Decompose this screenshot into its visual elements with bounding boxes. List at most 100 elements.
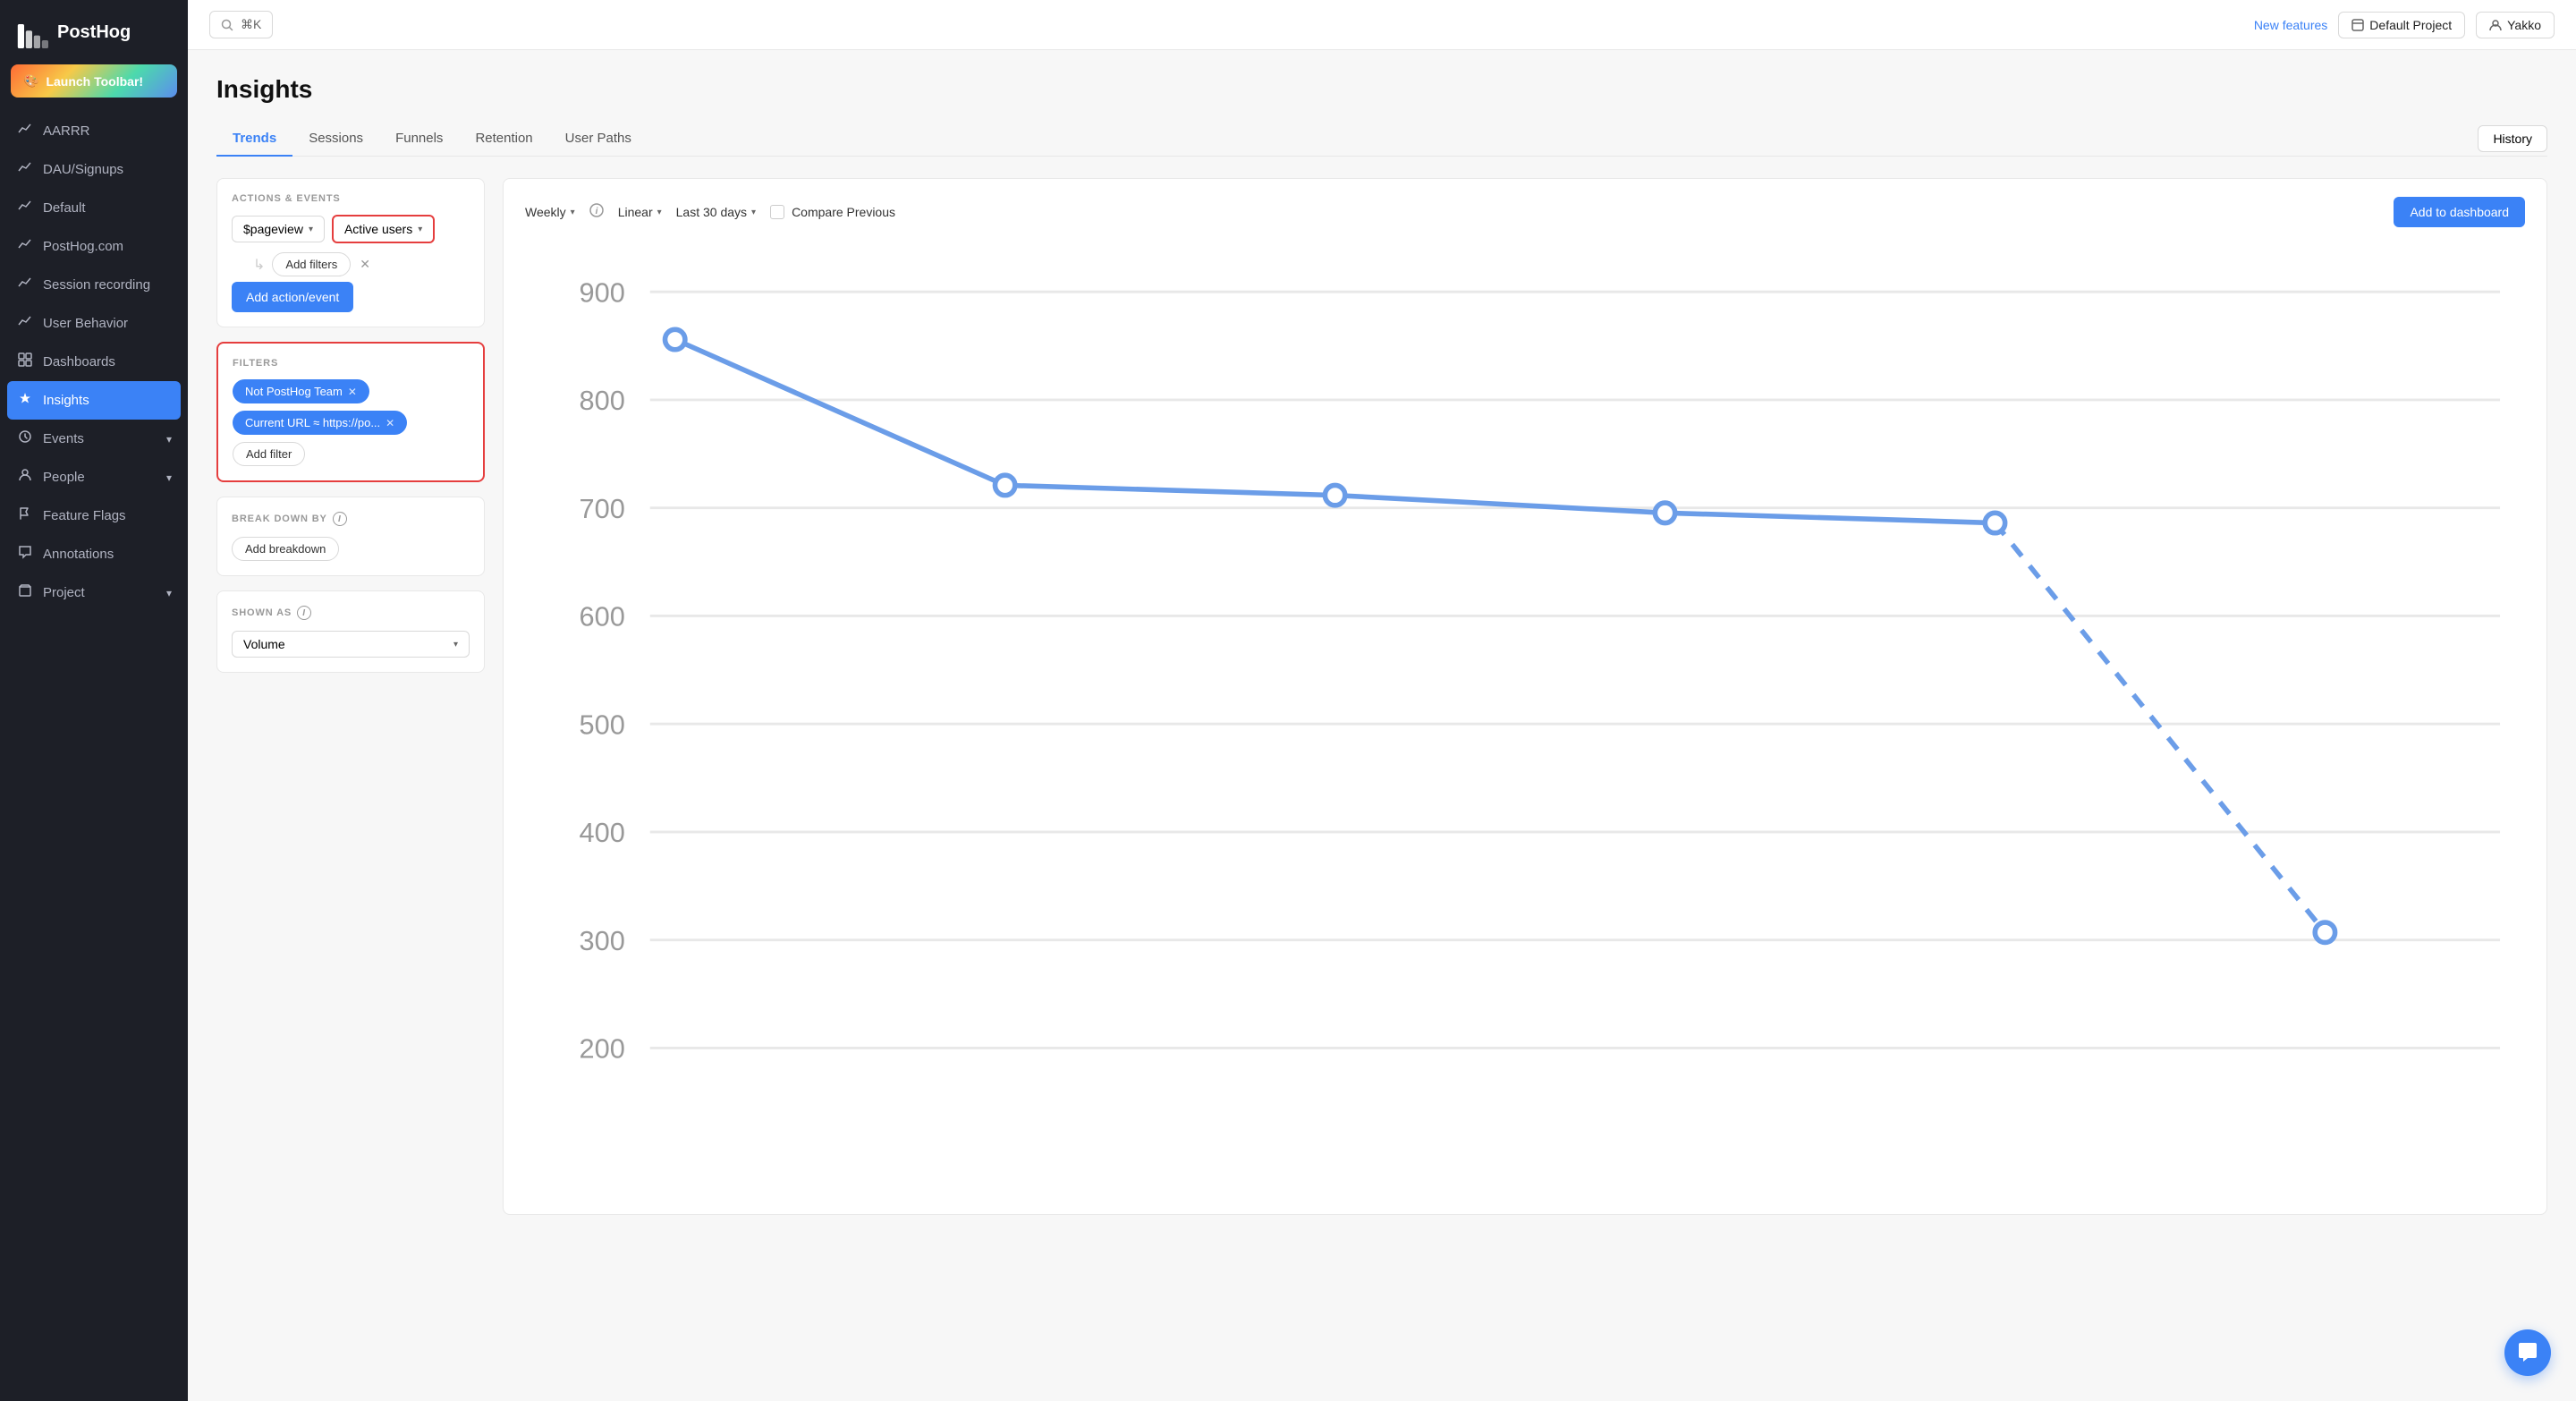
sidebar-item-dau[interactable]: DAU/Signups <box>0 150 188 189</box>
chevron-down-icon: ▾ <box>166 433 172 446</box>
chart-area: Weekly ▾ i Linear ▾ Last 30 day <box>503 178 2547 1215</box>
left-panel: ACTIONS & EVENTS $pageview ▾ Active user… <box>216 178 485 1215</box>
new-features-link[interactable]: New features <box>2254 18 2327 32</box>
sidebar-item-insights[interactable]: Insights <box>7 381 181 420</box>
sidebar-item-label: AARRR <box>43 123 90 139</box>
scale-button[interactable]: Linear ▾ <box>618 205 662 219</box>
svg-text:900: 900 <box>580 276 625 308</box>
filter-tag-current-url: Current URL ≈ https://po... ✕ <box>233 411 469 442</box>
sidebar-item-aarrr[interactable]: AARRR <box>0 112 188 150</box>
close-tag-icon[interactable]: ✕ <box>348 386 357 398</box>
svg-text:300: 300 <box>580 925 625 956</box>
sidebar-item-label: Project <box>43 585 85 600</box>
breakdown-section: BREAK DOWN BY i Add breakdown <box>216 497 485 576</box>
user-icon <box>2489 19 2502 31</box>
add-breakdown-button[interactable]: Add breakdown <box>232 537 339 561</box>
svg-text:i: i <box>595 207 597 217</box>
search-icon <box>221 19 233 31</box>
chart-info-icon[interactable]: i <box>589 203 604 222</box>
svg-text:400: 400 <box>580 817 625 848</box>
tab-retention[interactable]: Retention <box>459 122 548 157</box>
compare-label: Compare Previous <box>792 205 895 219</box>
sidebar-item-label: DAU/Signups <box>43 162 123 177</box>
tab-funnels[interactable]: Funnels <box>379 122 459 157</box>
sidebar-item-posthog[interactable]: PostHog.com <box>0 227 188 266</box>
shown-as-info-icon: i <box>297 606 311 620</box>
svg-text:500: 500 <box>580 709 625 740</box>
sidebar-item-people[interactable]: People ▾ <box>0 458 188 497</box>
sidebar-item-annotations[interactable]: Annotations <box>0 535 188 573</box>
sidebar-item-label: PostHog.com <box>43 239 123 254</box>
tab-trends[interactable]: Trends <box>216 122 292 157</box>
sidebar-item-default[interactable]: Default <box>0 189 188 227</box>
shown-as-section: SHOWN AS i Volume ▾ <box>216 590 485 673</box>
search-box[interactable]: ⌘K <box>209 11 273 38</box>
flags-icon <box>16 506 34 525</box>
behavior-icon <box>16 314 34 333</box>
insights-icon <box>16 391 34 410</box>
chevron-down-icon-2: ▾ <box>166 471 172 484</box>
chevron-down-icon-3: ▾ <box>166 587 172 599</box>
sidebar-item-dashboards[interactable]: Dashboards <box>0 343 188 381</box>
tab-userpaths[interactable]: User Paths <box>549 122 648 157</box>
sidebar-item-flags[interactable]: Feature Flags <box>0 497 188 535</box>
project-icon <box>16 583 34 602</box>
add-filters-button[interactable]: Add filters <box>272 252 351 276</box>
tab-sessions[interactable]: Sessions <box>292 122 379 157</box>
chat-icon <box>2516 1341 2539 1364</box>
add-filter-button[interactable]: Add filter <box>233 442 305 466</box>
search-shortcut: ⌘K <box>241 17 261 32</box>
shown-as-label: SHOWN AS i <box>232 606 470 620</box>
sidebar-item-behavior[interactable]: User Behavior <box>0 304 188 343</box>
period-button[interactable]: Weekly ▾ <box>525 205 575 219</box>
actions-events-section: ACTIONS & EVENTS $pageview ▾ Active user… <box>216 178 485 327</box>
toolbar-label: Launch Toolbar! <box>46 74 143 89</box>
filters-section: FILTERS Not PostHog Team ✕ Current URL ≈… <box>216 342 485 482</box>
range-button[interactable]: Last 30 days ▾ <box>676 205 756 219</box>
add-to-dashboard-button[interactable]: Add to dashboard <box>2394 197 2525 227</box>
add-action-button[interactable]: Add action/event <box>232 282 353 312</box>
filter-tag-not-posthog: Not PostHog Team ✕ <box>233 379 469 411</box>
chevron-range-icon: ▾ <box>751 208 756 217</box>
sidebar: PostHog 🎨 Launch Toolbar! AARRR DAU/Sign… <box>0 0 188 1401</box>
insights-layout: ACTIONS & EVENTS $pageview ▾ Active user… <box>216 178 2547 1215</box>
people-icon <box>16 468 34 487</box>
chart-icon-3 <box>16 199 34 217</box>
metric-dropdown[interactable]: Active users ▾ <box>332 215 435 243</box>
svg-text:200: 200 <box>580 1033 625 1065</box>
arrow-icon: ↳ <box>253 256 265 274</box>
toolbar-icon: 🎨 <box>23 73 38 89</box>
sidebar-nav: AARRR DAU/Signups Default PostHog.com Se… <box>0 108 188 1401</box>
main-content: ⌘K New features Default Project Yakko In… <box>188 0 2576 1401</box>
chevron-down-icon-metric: ▾ <box>418 225 422 234</box>
user-button[interactable]: Yakko <box>2476 12 2555 38</box>
chart-icon-2 <box>16 160 34 179</box>
chat-bubble[interactable] <box>2504 1329 2551 1376</box>
sidebar-item-events[interactable]: Events ▾ <box>0 420 188 458</box>
chart-icon-4 <box>16 237 34 256</box>
posthog-logo-icon <box>16 16 48 48</box>
tabs-bar: Trends Sessions Funnels Retention User P… <box>216 122 2547 157</box>
compare-previous-checkbox[interactable] <box>770 205 784 219</box>
close-tag-icon-2[interactable]: ✕ <box>386 417 394 429</box>
filters-label: FILTERS <box>233 358 469 369</box>
chevron-down-icon-event: ▾ <box>309 225 313 234</box>
sidebar-item-label: Default <box>43 200 86 216</box>
sidebar-item-session[interactable]: Session recording <box>0 266 188 304</box>
close-filters-icon[interactable]: ✕ <box>360 257 370 272</box>
dashboard-icon <box>16 352 34 371</box>
sidebar-item-label: Feature Flags <box>43 508 126 523</box>
sidebar-item-label: People <box>43 470 85 485</box>
sidebar-item-label: Dashboards <box>43 354 115 369</box>
launch-toolbar-button[interactable]: 🎨 Launch Toolbar! <box>11 64 177 98</box>
event-dropdown[interactable]: $pageview ▾ <box>232 216 325 242</box>
event-row: $pageview ▾ Active users ▾ <box>232 215 470 243</box>
user-label: Yakko <box>2507 18 2541 32</box>
sidebar-item-label: Session recording <box>43 277 150 293</box>
trend-chart: 900 800 700 600 500 400 300 <box>525 242 2525 1196</box>
shown-as-dropdown[interactable]: Volume ▾ <box>232 631 470 658</box>
sidebar-item-project[interactable]: Project ▾ <box>0 573 188 612</box>
chart-svg-container: 900 800 700 600 500 400 300 <box>525 242 2525 1196</box>
history-button[interactable]: History <box>2478 125 2547 152</box>
project-button[interactable]: Default Project <box>2338 12 2465 38</box>
